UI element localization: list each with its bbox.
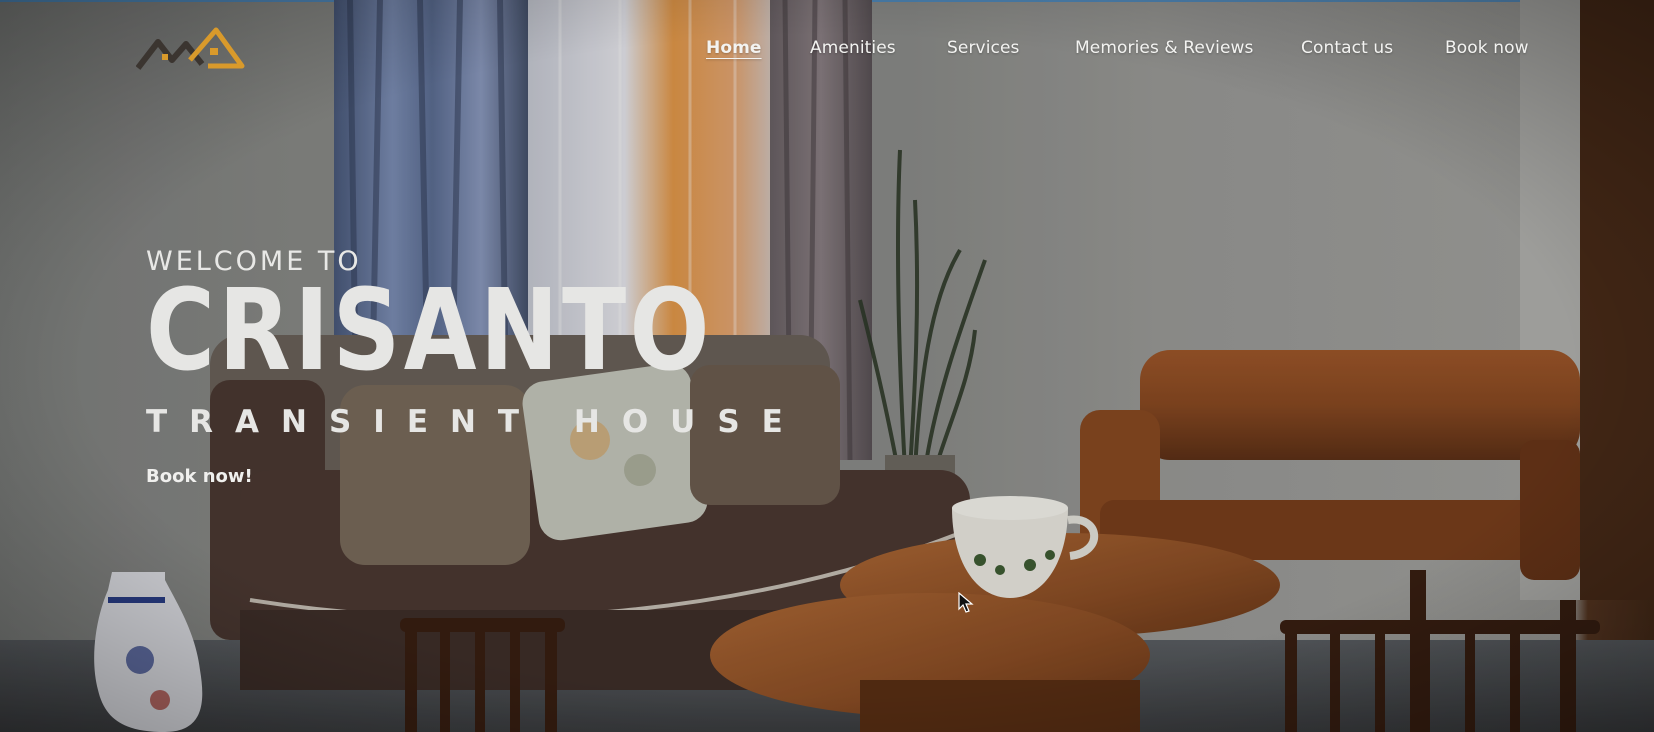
nav-amenities-link[interactable]: Amenities — [810, 38, 896, 58]
nav-services-link[interactable]: Services — [947, 38, 1020, 58]
hero-subtitle: TRANSIENT HOUSE — [146, 404, 805, 440]
top-navigation: Home Amenities Services Memories & Revie… — [0, 0, 1654, 100]
mouse-cursor-icon — [958, 592, 974, 613]
nav-home-link[interactable]: Home — [706, 38, 762, 58]
nav-contact-link[interactable]: Contact us — [1301, 38, 1393, 58]
hero-book-now-button[interactable]: Book now! — [146, 466, 253, 487]
nav-book-now-link[interactable]: Book now — [1445, 38, 1529, 58]
nav-memories-reviews-link[interactable]: Memories & Reviews — [1075, 38, 1254, 58]
hero-section: Home Amenities Services Memories & Revie… — [0, 0, 1654, 732]
nav-menu: Home Amenities Services Memories & Revie… — [0, 38, 1654, 62]
hero-title: CRISANTO — [146, 266, 713, 396]
